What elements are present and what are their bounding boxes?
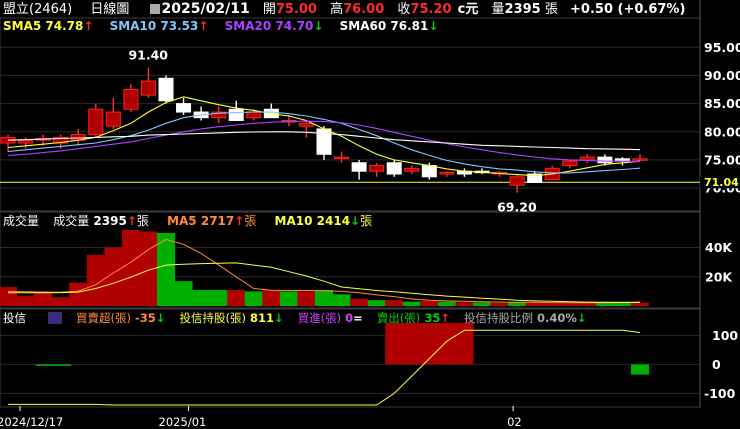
trust-tick-label: -100: [704, 386, 736, 401]
volume-bar: [297, 291, 316, 306]
x-tick-label: 02: [507, 415, 522, 429]
volume-bar: [473, 302, 491, 306]
volume-bar: [157, 232, 175, 306]
volume-tick-label: 40K: [705, 240, 733, 255]
price-tick-label: 85.00: [704, 96, 740, 111]
trust-tick-label: 100: [712, 328, 738, 343]
volume-bar: [631, 302, 649, 306]
volume-bar: [227, 289, 246, 306]
trust-tick-label: 0: [712, 357, 721, 372]
volume-bar: [51, 297, 70, 306]
volume-bar: [402, 301, 421, 306]
candle-body: [351, 162, 367, 172]
candle-body: [140, 80, 156, 96]
price-tick-label: 80.00: [704, 124, 740, 139]
volume-tick-label: 20K: [705, 269, 733, 284]
candle-body: [105, 111, 121, 127]
volume-bar: [490, 303, 509, 306]
candle-body: [228, 108, 244, 121]
x-tick-label: 2025/01: [159, 415, 207, 429]
stock-chart[interactable]: 70.0075.0080.0085.0090.0095.0071.0491.40…: [0, 0, 740, 429]
last-price-label: 71.04: [704, 176, 739, 189]
volume-bar: [543, 303, 562, 306]
volume-bar: [332, 294, 351, 306]
volume-bar: [595, 303, 614, 306]
trust-bar: [53, 364, 72, 366]
volume-bar: [16, 295, 35, 306]
volume-bar: [121, 230, 140, 306]
candle-body: [614, 158, 630, 161]
candle-body: [597, 156, 613, 164]
candle-body: [404, 167, 420, 172]
volume-bar: [455, 302, 474, 306]
candle-body: [386, 162, 402, 175]
trust-bar: [35, 364, 54, 366]
candle-body: [421, 165, 437, 178]
candle-body: [334, 156, 350, 160]
volume-bar: [525, 302, 544, 306]
candle-body: [632, 158, 648, 161]
candle-body: [176, 103, 192, 113]
volume-bar: [385, 300, 404, 306]
candle-body: [562, 160, 578, 167]
candle-body: [18, 139, 34, 144]
volume-bar: [437, 301, 456, 306]
trust-bar: [631, 364, 649, 375]
volume-bar: [350, 298, 369, 306]
candle-body: [246, 111, 262, 119]
volume-bar: [560, 303, 579, 306]
candle-body: [369, 165, 385, 172]
candle-body: [579, 156, 595, 161]
volume-bar: [367, 300, 386, 306]
volume-bar: [69, 282, 88, 306]
volume-bar: [0, 287, 17, 306]
volume-bar: [174, 281, 193, 306]
panel-frame: [0, 308, 701, 408]
price-tick-label: 95.00: [704, 40, 740, 55]
volume-bar: [262, 289, 281, 306]
price-tick-label: 90.00: [704, 68, 740, 83]
x-tick-label: 2024/12/17: [0, 415, 63, 429]
volume-bar: [315, 289, 333, 306]
volume-bar: [508, 302, 527, 306]
volume-bar: [34, 292, 53, 306]
candle-body: [158, 77, 174, 102]
candle-body: [509, 176, 525, 186]
volume-bar: [209, 289, 228, 306]
high-annotation: 91.40: [128, 48, 168, 63]
low-annotation: 69.20: [497, 200, 537, 215]
volume-bar: [279, 291, 298, 306]
candle-body: [88, 108, 104, 136]
candle-body: [123, 89, 139, 110]
volume-bar: [244, 291, 263, 306]
volume-bar: [420, 300, 439, 306]
candle-body: [439, 171, 455, 175]
price-tick-label: 75.00: [704, 152, 740, 167]
volume-bar: [192, 289, 211, 306]
candle-body: [298, 122, 314, 127]
